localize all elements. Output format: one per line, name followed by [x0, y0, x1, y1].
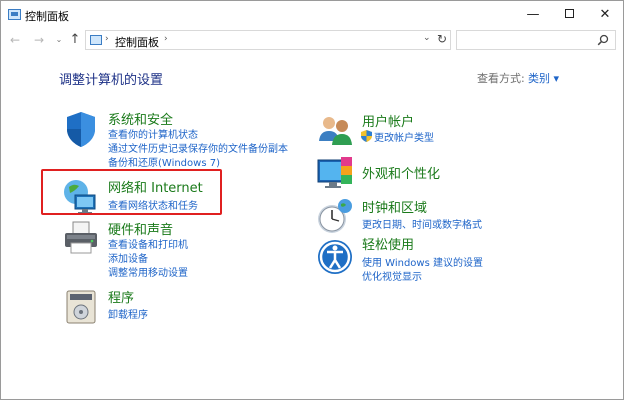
appearance-icon[interactable]	[315, 155, 355, 195]
ease-of-access-icon[interactable]	[315, 237, 355, 277]
back-button[interactable]: ←	[7, 31, 23, 49]
view-by-label: 查看方式:	[477, 72, 525, 85]
programs-title[interactable]: 程序	[108, 287, 134, 306]
view-by-dropdown[interactable]: 类别 ▾	[528, 70, 559, 86]
change-account-type-link[interactable]: 更改帐户类型	[374, 129, 434, 144]
printer-icon[interactable]	[61, 219, 101, 259]
file-history-backup-link[interactable]: 通过文件历史记录保存你的文件备份副本	[108, 140, 288, 155]
appearance-title[interactable]: 外观和个性化	[362, 163, 440, 182]
minimize-button[interactable]: —	[515, 1, 551, 29]
maximize-button[interactable]	[551, 1, 587, 29]
control-panel-icon	[8, 9, 21, 20]
mobility-settings-link[interactable]: 调整常用移动设置	[108, 264, 188, 279]
breadcrumb-chevron-icon[interactable]: ›	[164, 34, 168, 44]
clock-icon[interactable]	[315, 197, 355, 237]
maximize-icon	[564, 8, 574, 18]
address-dropdown-button[interactable]: ⌄	[423, 33, 431, 43]
breadcrumb-chevron-icon[interactable]: ›	[105, 34, 109, 44]
shield-icon[interactable]	[61, 109, 101, 149]
up-button[interactable]: ↑	[67, 31, 83, 49]
view-computer-status-link[interactable]: 查看你的计算机状态	[108, 126, 198, 141]
control-panel-window: 控制面板 — ✕ ← → ⌄ ↑ › 控制面板 › ⌄ ↻ 调整计算机的设置 查…	[0, 0, 624, 400]
highlight-box	[41, 169, 222, 215]
add-device-link[interactable]: 添加设备	[108, 250, 148, 265]
optimize-display-link[interactable]: 优化视觉显示	[362, 268, 422, 283]
users-icon[interactable]	[315, 111, 355, 151]
title-bar: 控制面板 — ✕	[1, 1, 623, 29]
breadcrumb-control-panel[interactable]: 控制面板	[115, 34, 159, 50]
control-panel-small-icon	[90, 35, 102, 45]
search-input[interactable]	[456, 30, 616, 50]
clock-region-title[interactable]: 时钟和区域	[362, 197, 427, 216]
ease-of-access-title[interactable]: 轻松使用	[362, 234, 414, 253]
page-title: 调整计算机的设置	[59, 73, 164, 88]
forward-button[interactable]: →	[31, 31, 47, 49]
window-title: 控制面板	[25, 10, 69, 23]
uac-shield-icon	[361, 130, 372, 142]
change-date-time-link[interactable]: 更改日期、时间或数字格式	[362, 216, 482, 231]
content-area: 调整计算机的设置 查看方式: 类别 ▾ 系统和安全 查看你的计算机状态 通过文件…	[1, 53, 623, 399]
address-bar[interactable]: › 控制面板 › ⌄ ↻	[85, 30, 451, 50]
recommended-settings-link[interactable]: 使用 Windows 建议的设置	[362, 254, 483, 269]
recent-locations-button[interactable]: ⌄	[51, 31, 67, 49]
refresh-button[interactable]: ↻	[437, 32, 447, 46]
view-devices-printers-link[interactable]: 查看设备和打印机	[108, 236, 188, 251]
uninstall-program-link[interactable]: 卸载程序	[108, 306, 148, 321]
search-icon[interactable]	[597, 34, 609, 46]
user-accounts-title[interactable]: 用户帐户	[362, 111, 414, 130]
backup-restore-link[interactable]: 备份和还原(Windows 7)	[108, 154, 220, 169]
close-button[interactable]: ✕	[587, 1, 623, 29]
programs-icon[interactable]	[61, 287, 101, 327]
navigation-bar: ← → ⌄ ↑ › 控制面板 › ⌄ ↻	[1, 29, 623, 51]
